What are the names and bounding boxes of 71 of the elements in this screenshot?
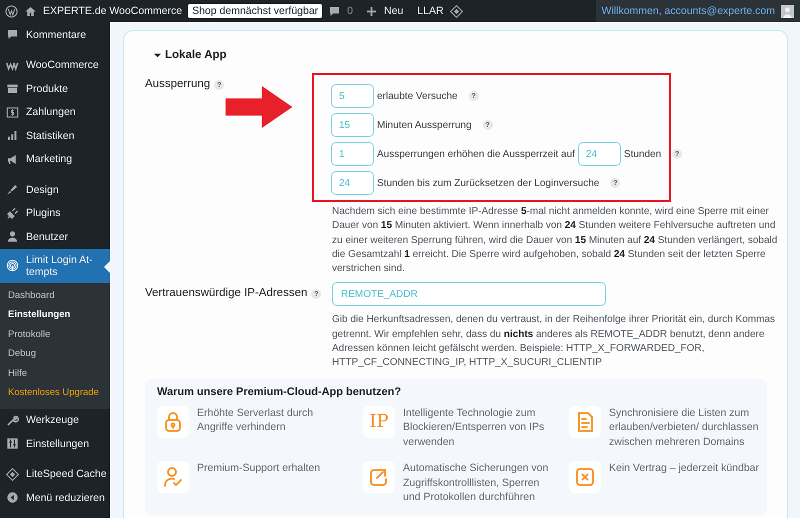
- box-icon: [6, 82, 19, 96]
- sidebar-item[interactable]: WooCommerce: [0, 54, 110, 77]
- brush-icon: [6, 183, 19, 196]
- document-icon: [569, 406, 601, 438]
- field-label: erlaubte Versuche: [377, 90, 458, 102]
- sidebar-item[interactable]: Produkte: [0, 77, 110, 100]
- account-menu[interactable]: Willkommen, accounts@experte.com: [596, 0, 800, 22]
- sidebar-item[interactable]: Benutzer: [0, 225, 110, 248]
- submenu-item[interactable]: Einstellungen: [0, 305, 110, 324]
- feature-text: Kein Vertrag – jederzeit kündbar: [609, 461, 759, 476]
- section-title[interactable]: Lokale App: [165, 49, 227, 61]
- field-label: Minuten Aussperrung: [377, 120, 472, 130]
- sidebar-item[interactable]: Limit Login At-tempts: [0, 248, 110, 282]
- description-text: Gib die Herkunftsadressen, denen du vertraust, in der Reihenfolge ihrer Priorität ein, durch Kommas getrennt. Wir empfehlen sehr, dass du nichts anderes als REMOTE_ADDR benutzt, denn andere Adressen können leicht gefälscht werden. Beispiele: HTTP_X_FORWARDED_FOR, HTTP_CF_CONNECTING_IP, HTTP_X_SUCURI_CLIENTIP: [332, 313, 776, 370]
- avatar-icon: [781, 4, 794, 18]
- sidebar-item[interactable]: Werkzeuge: [0, 408, 110, 432]
- sidebar-item[interactable]: Zahlungen: [0, 100, 110, 124]
- bar-chart-icon: [6, 129, 19, 142]
- site-name-link[interactable]: EXPERTE.de WooCommerce: [43, 5, 182, 17]
- feature-icon: IP: [363, 406, 395, 438]
- submenu-item[interactable]: Debug: [0, 344, 110, 364]
- comment-icon[interactable]: [328, 4, 342, 18]
- feature-text: Premium-Support erhalten: [197, 461, 322, 476]
- setting-label: Vertrauenswürdige IP-Adressen: [145, 287, 308, 300]
- feature-text: Intelligente Technologie zum Blockieren/Entsperren von IPs verwenden: [403, 406, 546, 450]
- setting-label: Aussperrung: [145, 78, 210, 90]
- feature-text: Automatische Sicherungen von Zugriffskontrolllisten, Sperren und Protokollen durchführen: [403, 461, 550, 505]
- field-label: Stunden bis zum Zurücksetzen der Loginversuche: [377, 178, 600, 188]
- sidebar-item[interactable]: LiteSpeed Cache: [0, 462, 110, 486]
- comment-count: 0: [347, 5, 354, 17]
- status-badge: Shop demnächst verfügbar: [188, 4, 322, 18]
- field-label: Aussperrungen erhöhen die Aussperrzeit auf: [377, 148, 575, 160]
- share-icon: [363, 461, 395, 494]
- new-link[interactable]: Neu: [384, 5, 404, 17]
- wrench-icon: [6, 414, 19, 427]
- plugin-link[interactable]: LLAR: [417, 5, 444, 17]
- user-icon: [6, 230, 19, 244]
- person-check-icon: [157, 461, 189, 494]
- diamond-icon[interactable]: [450, 4, 463, 18]
- plus-icon[interactable]: [365, 4, 378, 18]
- caret-icon[interactable]: [154, 52, 161, 58]
- sidebar-item[interactable]: Menü reduzieren: [0, 486, 110, 510]
- diamond-icon: [6, 468, 19, 481]
- comment-icon: [6, 28, 19, 42]
- panel-title: Warum unsere Premium-Cloud-App benutzen?: [157, 386, 402, 398]
- fingerprint-icon: [6, 259, 19, 272]
- submenu-item[interactable]: Hilfe: [0, 364, 110, 383]
- feature-text: Synchronisiere die Listen zum erlauben/verbieten/ durchlassen zwischen mehreren Domains: [609, 406, 759, 450]
- description-text: Nachdem sich eine bestimmte IP-Adresse 5-mal nicht anmelden konnte, wird eine Sperre mit einer Dauer von 15 Minuten aktiviert. Wenn innerhalb von 24 Stunden weitere Fehlversuche auftreten und zu einer weiteren Sperrung führen, wird die Dauer von 15 Minuten auf 24 Stunden verlängert, sobald die Gesamtzahl 1 erreicht. Die Sperre wird aufgehoben, sobald 24 Stunden seit der letzten Sperre verstrichen sind.: [332, 205, 778, 276]
- collapse-icon: [6, 491, 19, 504]
- home-icon[interactable]: [24, 4, 37, 18]
- submenu-item[interactable]: Dashboard: [0, 286, 110, 305]
- sidebar-item[interactable]: Kommentare: [0, 23, 110, 46]
- submenu-item[interactable]: Kostenloses Upgrade: [0, 383, 110, 402]
- sidebar-item[interactable]: Einstellungen: [0, 432, 110, 456]
- sidebar-item[interactable]: Plugins: [0, 202, 110, 225]
- sidebar-item[interactable]: Statistiken: [0, 124, 110, 148]
- submenu-item[interactable]: Protokolle: [0, 324, 110, 344]
- close-icon: [569, 461, 601, 494]
- field-label: Stunden: [624, 148, 662, 160]
- dollar-icon: [6, 106, 19, 119]
- wordpress-logo-icon[interactable]: [5, 4, 18, 18]
- feature-text: Erhöhte Serverlast durch Angriffe verhindern: [197, 406, 314, 435]
- sidebar-item[interactable]: Marketing: [0, 148, 110, 171]
- megaphone-icon: [6, 152, 19, 166]
- current-pointer-icon: [104, 260, 110, 272]
- sidebar-item[interactable]: Design: [0, 178, 110, 202]
- arrow-icon: [224, 86, 294, 128]
- sliders-icon: [6, 437, 19, 450]
- plug-icon: [6, 206, 19, 220]
- lock-icon: [157, 406, 189, 438]
